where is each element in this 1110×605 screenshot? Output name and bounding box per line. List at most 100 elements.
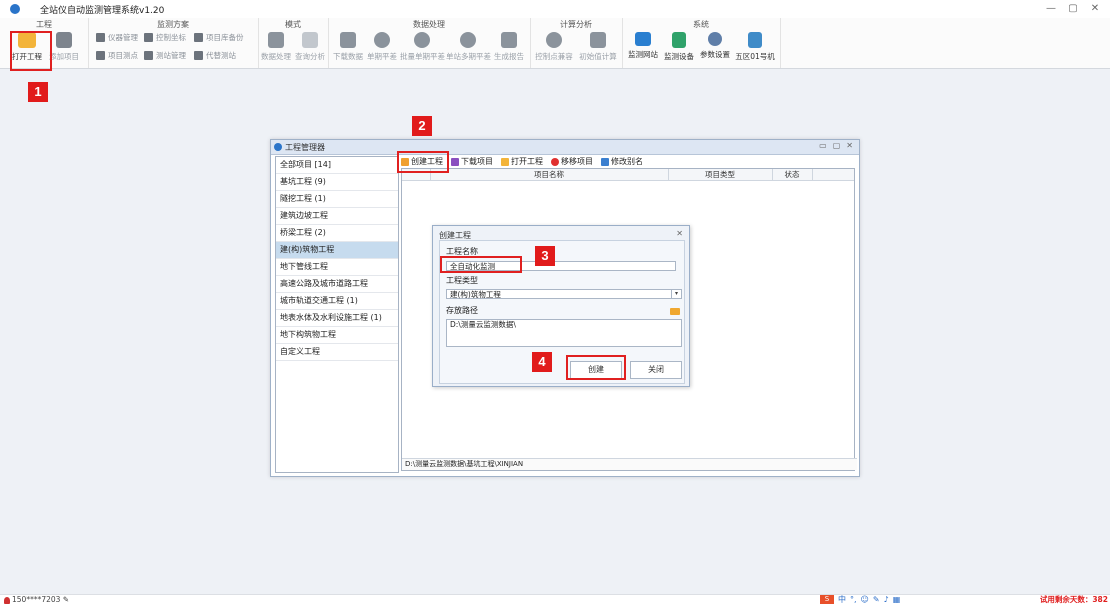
alt-station-button[interactable]: 代替测站 <box>194 50 236 61</box>
category-item-selected[interactable]: 建(构)筑物工程 <box>276 242 398 259</box>
grid-col-name[interactable]: 项目名称 <box>430 169 669 180</box>
grid-col-status[interactable]: 状态 <box>772 169 813 180</box>
download-icon <box>451 157 459 166</box>
category-item[interactable]: 地表水体及水利设施工程 (1) <box>276 310 398 327</box>
create-project-dialog: 创建工程 ✕ 工程名称 全自动化监测 工程类型 建(构)筑物工程 ▾ 存放路径 … <box>432 225 690 387</box>
category-item[interactable]: 建筑边坡工程 <box>276 208 398 225</box>
data-process-button[interactable]: 数据处理 <box>260 32 292 62</box>
chevron-down-icon[interactable]: ▾ <box>671 290 681 298</box>
app-logo-icon <box>10 4 20 14</box>
maximize-icon[interactable]: ▢ <box>833 141 841 150</box>
move-project-button[interactable]: 移移项目 <box>551 156 593 167</box>
minimize-button[interactable]: — <box>1040 1 1062 17</box>
download-data-button[interactable]: 下载数据 <box>332 32 364 62</box>
single-adjust-button[interactable]: 单期平差 <box>366 32 398 62</box>
path-status: D:\测量云监测数据\基坑工程\XINJIAN <box>402 458 857 470</box>
label: 数据处理 <box>261 52 291 61</box>
device-icon <box>672 32 686 48</box>
label: 下载数据 <box>333 52 363 61</box>
step-badge-2: 2 <box>412 116 432 136</box>
category-item[interactable]: 全部项目 [14] <box>276 157 398 174</box>
label: 修改别名 <box>611 157 643 166</box>
storage-path-input[interactable]: D:\测量云监测数据\ <box>446 319 682 347</box>
grid-header: 项目名称 项目类型 状态 <box>402 169 854 181</box>
init-calc-button[interactable]: 初始值计算 <box>578 32 618 62</box>
step-badge-4: 4 <box>532 352 552 372</box>
alt-station-icon <box>194 51 203 60</box>
group-title: 模式 <box>285 20 301 29</box>
monitor-site-button[interactable]: 监测网站 <box>626 32 660 60</box>
report-button[interactable]: 生成报告 <box>492 32 526 62</box>
ribbon-group-mode: 模式 数据处理 查询分析 <box>258 18 329 68</box>
control-coord-button[interactable]: 控制坐标 <box>144 32 186 43</box>
step-badge-3: 3 <box>535 246 555 266</box>
category-item[interactable]: 地下构筑物工程 <box>276 327 398 344</box>
highlight-project-name <box>440 256 522 273</box>
backup-icon <box>194 33 203 42</box>
gear-icon <box>708 32 722 46</box>
category-item[interactable]: 基坑工程 (9) <box>276 174 398 191</box>
check-icon <box>546 32 562 48</box>
check-button[interactable]: 控制点兼容 <box>534 32 574 62</box>
group-title: 系统 <box>693 20 709 29</box>
monitor-device-button[interactable]: 监测设备 <box>662 32 696 62</box>
instrument-button[interactable]: 仪器管理 <box>96 32 138 43</box>
project-type-select[interactable]: 建(构)筑物工程 ▾ <box>446 289 682 299</box>
pm-toolbar: 创建工程 下载项目 打开工程 移移项目 修改别名 <box>401 155 853 168</box>
sogou-ime-icon[interactable]: S <box>820 595 834 604</box>
storage-path-label: 存放路径 <box>446 306 478 315</box>
data-process-icon <box>268 32 284 48</box>
ribbon-group-calc: 计算分析 控制点兼容 初始值计算 <box>530 18 623 68</box>
close-icon[interactable]: ✕ <box>676 229 683 238</box>
open-project-tool-button[interactable]: 打开工程 <box>501 156 543 167</box>
category-item[interactable]: 隧挖工程 (1) <box>276 191 398 208</box>
category-item[interactable]: 地下管线工程 <box>276 259 398 276</box>
project-type-value: 建(构)筑物工程 <box>450 290 501 299</box>
pm-titlebar: 工程管理器 ▭ ▢ ✕ <box>271 140 859 155</box>
label: 参数设置 <box>700 50 730 59</box>
category-item[interactable]: 高速公路及城市道路工程 <box>276 276 398 293</box>
init-calc-icon <box>590 32 606 48</box>
label: 打开工程 <box>511 157 543 166</box>
station-button[interactable]: 测站管理 <box>144 50 186 61</box>
category-item[interactable]: 城市轨道交通工程 (1) <box>276 293 398 310</box>
label: 下载项目 <box>461 157 493 166</box>
points-button[interactable]: 项目测点 <box>96 50 138 61</box>
app-logo-icon <box>274 143 282 151</box>
browse-folder-icon[interactable] <box>670 308 680 315</box>
close-icon[interactable]: ✕ <box>846 141 853 150</box>
category-item[interactable]: 桥梁工程 (2) <box>276 225 398 242</box>
folder-icon <box>501 157 509 166</box>
backup-button[interactable]: 项目库备份 <box>194 32 244 43</box>
pm-window-controls: ▭ ▢ ✕ <box>819 141 853 150</box>
grid-col-type[interactable]: 项目类型 <box>668 169 773 180</box>
rename-button[interactable]: 修改别名 <box>601 156 643 167</box>
wuqi-button[interactable]: 五区01号机 <box>734 32 776 62</box>
download-project-button[interactable]: 下载项目 <box>451 156 493 167</box>
query-button[interactable]: 查询分析 <box>294 32 326 62</box>
query-icon <box>302 32 318 48</box>
machine-icon <box>748 32 762 48</box>
label: 控制点兼容 <box>535 52 573 61</box>
category-item[interactable]: 自定义工程 <box>276 344 398 361</box>
label: 移移项目 <box>561 157 593 166</box>
remove-icon <box>551 157 559 166</box>
batch-adjust-button[interactable]: 批量单期平差 <box>400 32 445 62</box>
params-button[interactable]: 参数设置 <box>698 32 732 60</box>
control-icon <box>144 33 153 42</box>
close-button[interactable]: ✕ <box>1084 1 1106 17</box>
label: 生成报告 <box>494 52 524 61</box>
multi-adjust-button[interactable]: 单站多期平差 <box>446 32 491 62</box>
single-adjust-icon <box>374 32 390 48</box>
close-dialog-button[interactable]: 关闭 <box>630 361 682 379</box>
maximize-button[interactable]: ▢ <box>1062 1 1084 17</box>
batch-adjust-icon <box>414 32 430 48</box>
user-icon <box>4 596 10 604</box>
user-phone: 150****7203 <box>12 595 61 604</box>
label: 五区01号机 <box>735 52 775 61</box>
window-controls: — ▢ ✕ <box>1040 1 1106 17</box>
minimize-icon[interactable]: ▭ <box>819 141 827 150</box>
highlight-open-project <box>10 31 52 71</box>
instrument-icon <box>96 33 105 42</box>
group-title: 监测方案 <box>157 20 189 29</box>
